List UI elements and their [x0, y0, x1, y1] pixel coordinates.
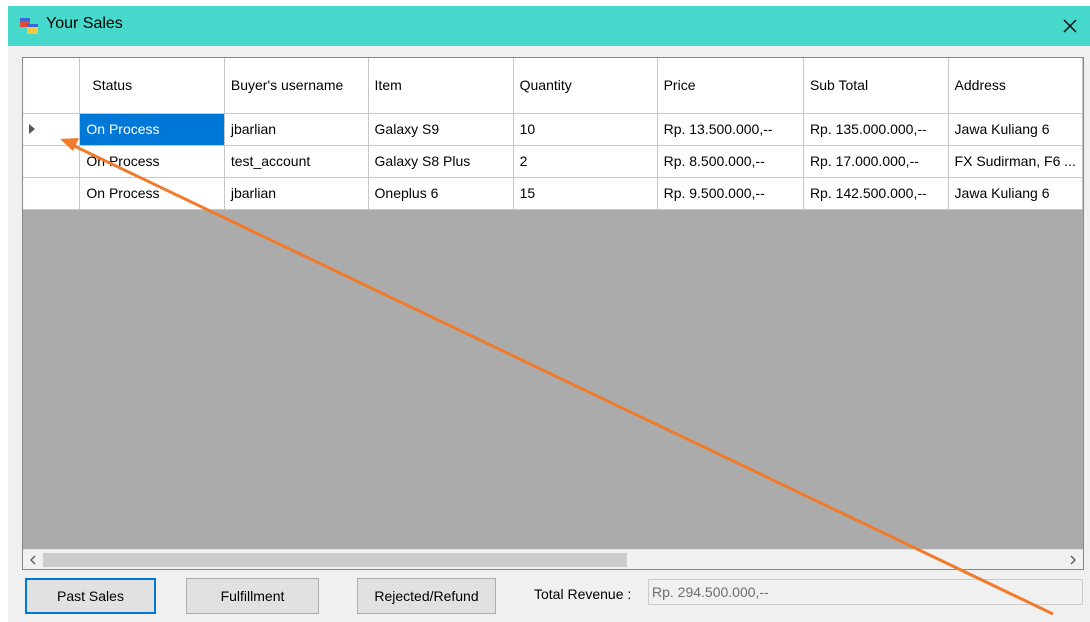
header-row: Status Buyer's username Item Quantity Pr… [23, 58, 1083, 114]
cell-address[interactable]: FX Sudirman, F6 ... [948, 145, 1083, 178]
scrollbar-thumb[interactable] [43, 553, 627, 567]
cell-subtotal[interactable]: Rp. 135.000.000,-- [803, 113, 949, 146]
cell-buyer[interactable]: jbarlian [224, 113, 369, 146]
chevron-left-icon [30, 555, 36, 565]
table-row[interactable]: On Process test_account Galaxy S8 Plus 2… [23, 145, 1083, 178]
window-title: Your Sales [46, 15, 123, 32]
cell-status[interactable]: On Process [79, 113, 225, 146]
cell-quantity[interactable]: 10 [513, 113, 658, 146]
cell-address[interactable]: Jawa Kuliang 6 [948, 113, 1083, 146]
total-revenue-label: Total Revenue : [534, 586, 632, 602]
rejected-refund-button[interactable]: Rejected/Refund [357, 578, 496, 614]
cell-quantity[interactable]: 2 [513, 145, 658, 178]
cell-quantity[interactable]: 15 [513, 177, 658, 210]
cell-price[interactable]: Rp. 8.500.000,-- [657, 145, 804, 178]
cell-status[interactable]: On Process [79, 145, 225, 178]
current-row-arrow-icon [29, 124, 35, 134]
cell-item[interactable]: Galaxy S8 Plus [368, 145, 514, 178]
table-row[interactable]: On Process jbarlian Oneplus 6 15 Rp. 9.5… [23, 177, 1083, 210]
cell-status[interactable]: On Process [79, 177, 225, 210]
cell-address[interactable]: Jawa Kuliang 6 [948, 177, 1083, 210]
close-button[interactable] [1050, 6, 1090, 46]
row-header[interactable] [23, 113, 81, 146]
cell-buyer[interactable]: test_account [224, 145, 369, 178]
sales-window: Your Sales Status Buyer's username Item [8, 6, 1090, 622]
cell-item[interactable]: Galaxy S9 [368, 113, 514, 146]
cell-price[interactable]: Rp. 13.500.000,-- [657, 113, 804, 146]
chevron-right-icon [1070, 555, 1076, 565]
cell-item[interactable]: Oneplus 6 [368, 177, 514, 210]
row-header[interactable] [23, 177, 81, 210]
column-header-status[interactable]: Status [79, 58, 225, 114]
past-sales-button[interactable]: Past Sales [25, 578, 156, 614]
column-header-subtotal[interactable]: Sub Total [803, 58, 949, 114]
row-header[interactable] [23, 145, 81, 178]
cell-price[interactable]: Rp. 9.500.000,-- [657, 177, 804, 210]
cell-subtotal[interactable]: Rp. 17.000.000,-- [803, 145, 949, 178]
cell-subtotal[interactable]: Rp. 142.500.000,-- [803, 177, 949, 210]
horizontal-scrollbar[interactable] [23, 549, 1083, 569]
total-revenue-field: Rp. 294.500.000,-- [648, 579, 1083, 605]
column-header-buyer[interactable]: Buyer's username [224, 58, 369, 114]
sales-grid[interactable]: Status Buyer's username Item Quantity Pr… [22, 57, 1084, 570]
cell-buyer[interactable]: jbarlian [224, 177, 369, 210]
table-row[interactable]: On Process jbarlian Galaxy S9 10 Rp. 13.… [23, 113, 1083, 146]
column-header-address[interactable]: Address [948, 58, 1083, 114]
sales-table: Status Buyer's username Item Quantity Pr… [23, 58, 1083, 210]
column-header-price[interactable]: Price [657, 58, 804, 114]
scroll-right-button[interactable] [1063, 550, 1083, 569]
column-header-item[interactable]: Item [368, 58, 514, 114]
corner-header[interactable] [23, 58, 81, 114]
close-icon[interactable] [1063, 19, 1077, 33]
scroll-left-button[interactable] [23, 550, 43, 569]
app-window-icon [20, 18, 38, 34]
title-bar: Your Sales [8, 6, 1090, 46]
column-header-quantity[interactable]: Quantity [513, 58, 658, 114]
fulfillment-button[interactable]: Fulfillment [186, 578, 319, 614]
